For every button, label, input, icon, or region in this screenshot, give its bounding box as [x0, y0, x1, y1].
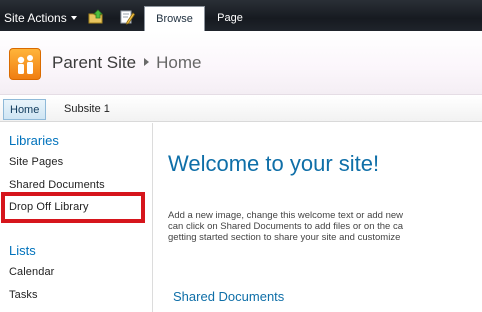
top-nav-item-subsite-1[interactable]: Subsite 1	[58, 99, 116, 120]
tab-browse[interactable]: Browse	[144, 6, 205, 31]
edit-page-icon[interactable]	[119, 9, 135, 25]
quick-launch-item-site-pages[interactable]: Site Pages	[9, 156, 63, 168]
top-nav: Home Subsite 1	[0, 96, 482, 122]
top-nav-item-label: Home	[10, 104, 40, 116]
breadcrumb: Parent Site Home	[52, 53, 201, 73]
site-actions-menu[interactable]: Site Actions	[4, 11, 77, 25]
tab-page-label: Page	[217, 12, 243, 24]
site-logo-icon[interactable]	[9, 48, 41, 80]
navigate-up-folder-icon[interactable]	[88, 9, 104, 25]
ribbon-bar: Site Actions Browse Page	[0, 0, 482, 31]
top-nav-item-home[interactable]: Home	[3, 99, 47, 120]
page-title: Home	[156, 53, 202, 72]
welcome-heading: Welcome to your site!	[168, 151, 380, 176]
main-content: Welcome to your site! Add a new image, c…	[154, 123, 482, 312]
chevron-down-icon	[70, 16, 77, 20]
shared-documents-title-link[interactable]: Shared Documents	[168, 289, 284, 304]
quick-launch-item-calendar[interactable]: Calendar	[9, 266, 54, 278]
quick-launch-heading-libraries[interactable]: Libraries	[9, 133, 59, 148]
welcome-description-line: Add a new image, change this welcome tex…	[168, 210, 403, 221]
tab-browse-label: Browse	[156, 13, 193, 25]
title-area: Parent Site Home	[0, 31, 482, 95]
people-icon	[17, 55, 33, 74]
breadcrumb-parent-link[interactable]: Parent Site	[52, 53, 136, 72]
quick-launch-heading-lists[interactable]: Lists	[9, 243, 36, 258]
tab-page[interactable]: Page	[215, 6, 245, 31]
quick-launch-item-shared-documents[interactable]: Shared Documents	[9, 179, 105, 191]
breadcrumb-arrow-icon	[144, 58, 150, 66]
welcome-description: Add a new image, change this welcome tex…	[168, 210, 482, 243]
welcome-description-line: getting started section to share your si…	[168, 232, 401, 243]
site-actions-label: Site Actions	[4, 11, 67, 25]
welcome-description-line: can click on Shared Documents to add fil…	[168, 221, 403, 232]
quick-launch-item-tasks[interactable]: Tasks	[9, 289, 38, 301]
highlight-annotation-box	[1, 192, 145, 223]
top-nav-item-label: Subsite 1	[64, 103, 110, 115]
shared-documents-webpart-header: Shared Documents	[168, 288, 482, 312]
